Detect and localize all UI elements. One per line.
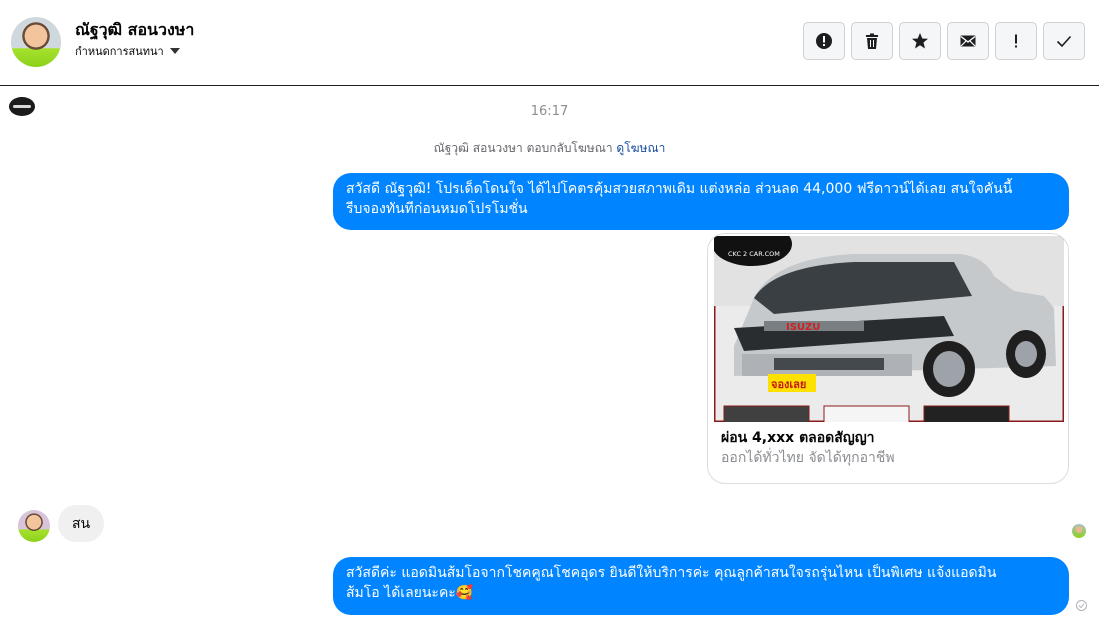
envelope-icon bbox=[960, 35, 976, 47]
contact-avatar[interactable] bbox=[11, 17, 61, 67]
car-brand-text: ISUZU bbox=[786, 322, 820, 333]
ad-card[interactable]: ISUZU CKC 2 CAR.COM จองเลย ผ่อน 4,xxx ตล… bbox=[707, 233, 1069, 484]
contact-avatar-small[interactable] bbox=[18, 510, 50, 542]
conversation-toolbar bbox=[803, 22, 1085, 60]
ad-reply-notice: ณัฐวุฒิ สอนวงษา ตอบกลับโฆษณา ดูโฆษณา bbox=[0, 139, 1099, 158]
exclamation-icon bbox=[1015, 34, 1017, 48]
ad-reply-text: ณัฐวุฒิ สอนวงษา ตอบกลับโฆษณา bbox=[433, 141, 613, 155]
outgoing-message[interactable]: สวัสดี ณัฐวุฒิ! โปรเด็ดโดนใจ ได้ไปโคตรคุ… bbox=[333, 173, 1069, 230]
message-text-line: สวัสดีค่ะ แอดมินส้มโอจากโชคคูณโชคอุดร ยิ… bbox=[346, 565, 997, 581]
star-button[interactable] bbox=[899, 22, 941, 60]
check-icon bbox=[1056, 35, 1072, 48]
outgoing-message[interactable]: สวัสดีค่ะ แอดมินส้มโอจากโชคคูณโชคอุดร ยิ… bbox=[333, 557, 1069, 615]
ad-card-title: ผ่อน 4,xxx ตลอดสัญญา bbox=[721, 430, 875, 446]
car-photo: ISUZU CKC 2 CAR.COM จองเลย bbox=[714, 236, 1064, 422]
incoming-message[interactable]: สน bbox=[58, 505, 105, 542]
dealer-logo-text: CKC 2 CAR.COM bbox=[728, 250, 780, 258]
trash-icon bbox=[866, 33, 878, 49]
follow-up-button[interactable] bbox=[995, 22, 1037, 60]
assign-conversation-label: กำหนดการสนทนา bbox=[75, 45, 164, 58]
delete-button[interactable] bbox=[851, 22, 893, 60]
view-ad-link[interactable]: ดูโฆษณา bbox=[616, 141, 665, 155]
mark-unread-button[interactable] bbox=[947, 22, 989, 60]
caret-down-icon bbox=[169, 48, 180, 54]
assign-conversation-dropdown[interactable]: กำหนดการสนทนา bbox=[75, 42, 180, 60]
mark-spam-button[interactable] bbox=[803, 22, 845, 60]
message-text-line: ส้มโอ ได้เลยนะคะ🥰 bbox=[346, 585, 474, 601]
message-text-line: สวัสดี ณัฐวุฒิ! โปรเด็ดโดนใจ ได้ไปโคตรคุ… bbox=[346, 181, 1013, 197]
read-receipt-avatar bbox=[1072, 524, 1086, 538]
ad-image: ISUZU CKC 2 CAR.COM จองเลย bbox=[714, 236, 1064, 422]
spam-icon bbox=[816, 33, 832, 49]
ad-card-subtitle: ออกได้ทั่วไทย จัดได้ทุกอาชีพ bbox=[721, 450, 895, 466]
star-icon bbox=[912, 33, 928, 49]
conversation-header: ณัฐวุฒิ สอนวงษา กำหนดการสนทนา bbox=[0, 0, 1099, 86]
mark-done-button[interactable] bbox=[1043, 22, 1085, 60]
book-now-badge: จองเลย bbox=[771, 378, 806, 391]
contact-name[interactable]: ณัฐวุฒิ สอนวงษา bbox=[75, 18, 194, 43]
message-timestamp: 16:17 bbox=[530, 104, 569, 119]
message-text-line: รีบจองทันทีก่อนหมดโปรโมชั่น bbox=[346, 201, 528, 217]
sent-check-icon bbox=[1076, 600, 1087, 611]
